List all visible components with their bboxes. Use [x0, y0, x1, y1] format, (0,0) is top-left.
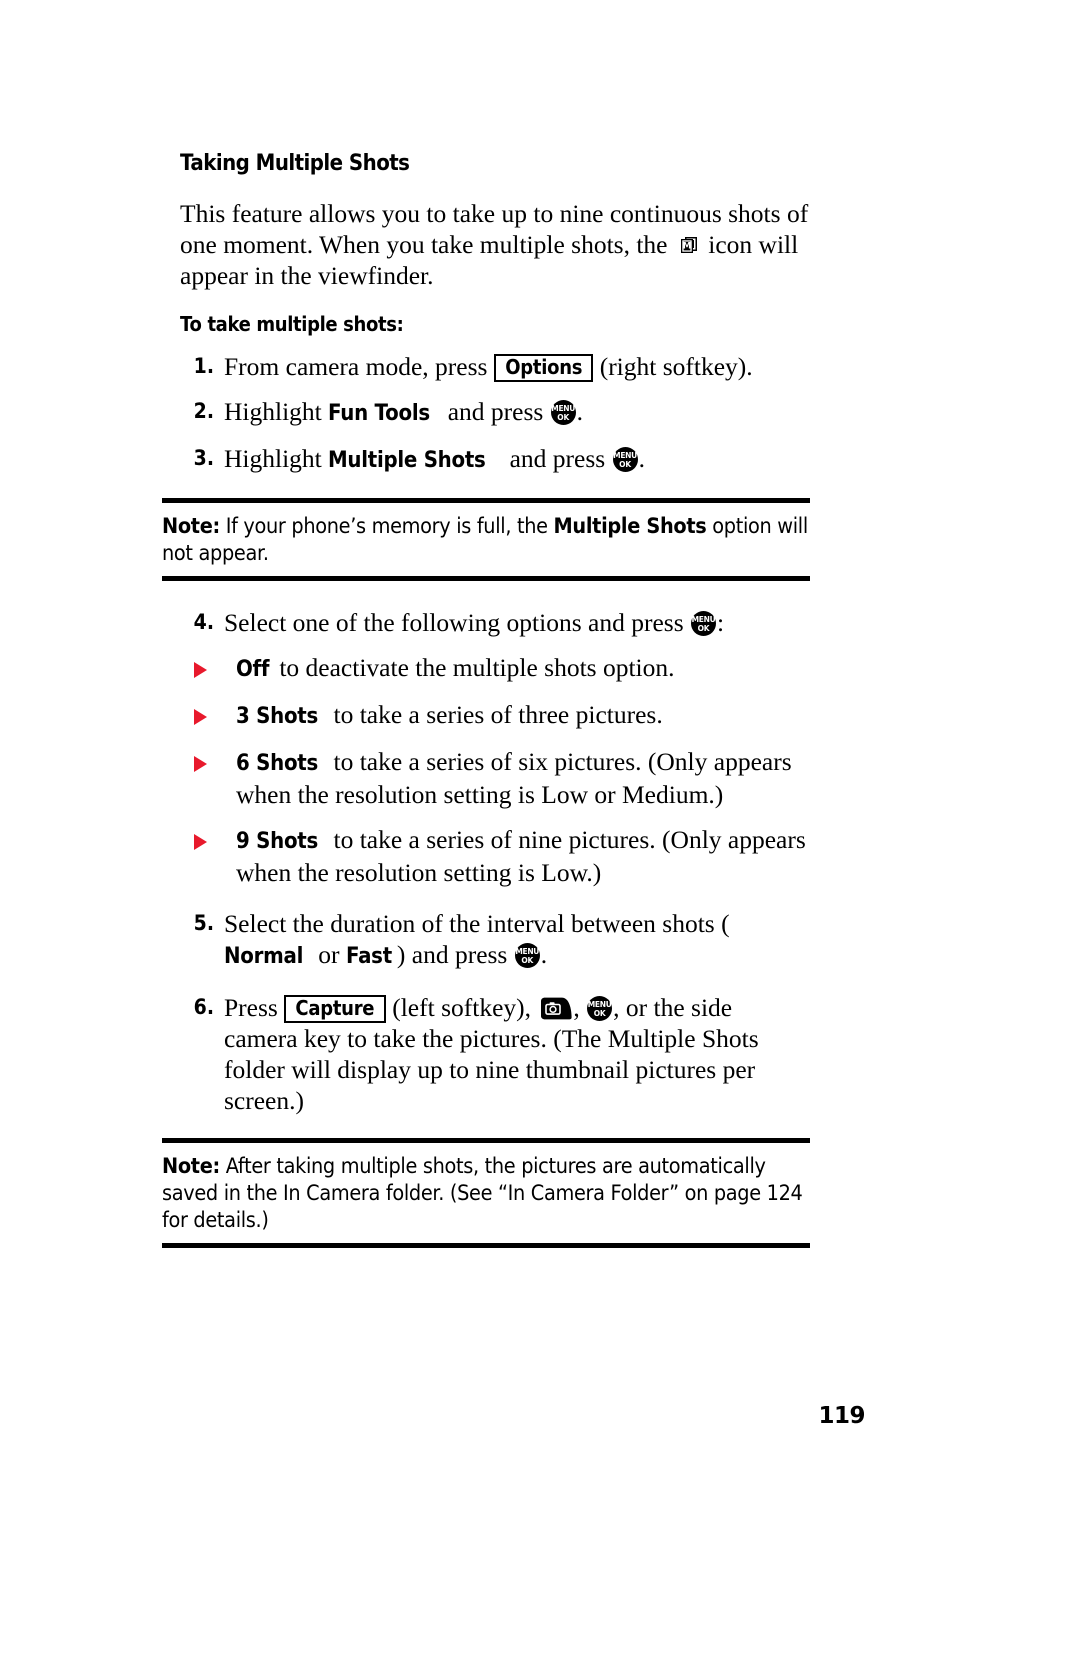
- step-text-after: (right softkey).: [599, 352, 753, 382]
- side-camera-key-icon[interactable]: [538, 997, 572, 1020]
- procedure-subtitle: To take multiple shots:: [180, 312, 404, 337]
- step-text-after: .: [576, 397, 584, 427]
- step-text-before: Select one of the following options and …: [224, 608, 684, 638]
- triangle-bullet-icon: [194, 709, 207, 726]
- menu-key-top-label: MENU: [691, 615, 716, 625]
- svg-text:M: M: [683, 242, 691, 252]
- options-softkey-label[interactable]: Options: [493, 354, 594, 383]
- triangle-bullet-icon: [194, 756, 207, 773]
- step-text-after: .: [638, 444, 645, 474]
- note-text-before: After taking multiple shots, the picture…: [162, 1154, 803, 1233]
- page-title: Taking Multiple Shots: [180, 151, 410, 176]
- step-number: 4.: [193, 610, 214, 635]
- note-block-in-camera-folder: Note: After taking multiple shots, the p…: [162, 1138, 810, 1249]
- step-number: 6.: [193, 995, 214, 1020]
- menu-ok-key-icon[interactable]: MENU OK: [550, 400, 576, 426]
- list-item-off: Off to deactivate the multiple shots opt…: [192, 652, 810, 685]
- note-rule-bottom: [162, 576, 810, 582]
- step-text-mid: and press: [509, 444, 606, 474]
- step-4: 4. Select one of the following options a…: [180, 607, 810, 638]
- note-text: Note: If your phone’s memory is full, th…: [162, 503, 810, 576]
- option-description: to take a series of six pictures. (Only …: [236, 747, 792, 810]
- menu-key-bottom-label: OK: [697, 624, 710, 634]
- menu-ok-key-icon[interactable]: MENU OK: [612, 447, 638, 473]
- note-block-memory-full: Note: If your phone’s memory is full, th…: [162, 498, 810, 582]
- step-number: 1.: [193, 354, 214, 379]
- softkey-text: Options: [505, 355, 583, 380]
- option-term-normal: Normal: [224, 944, 304, 970]
- menu-key-bottom-label: OK: [593, 1009, 606, 1019]
- menu-ok-key-icon[interactable]: MENU OK: [587, 996, 613, 1022]
- step-text-after: .: [540, 940, 548, 970]
- step-5: 5. Select the duration of the interval be…: [180, 908, 810, 972]
- menu-ok-key-icon[interactable]: MENU OK: [514, 943, 540, 969]
- page-number: 119: [818, 1403, 865, 1429]
- menu-key-top-label: MENU: [515, 947, 540, 957]
- menu-key-bottom-label: OK: [619, 460, 631, 470]
- step-text-before: Press: [224, 993, 278, 1023]
- option-term: Off: [236, 657, 270, 683]
- step-text-mid: or: [318, 940, 340, 970]
- option-description: to take a series of nine pictures. (Only…: [236, 825, 806, 888]
- note-label: Note:: [162, 1154, 220, 1179]
- step-text-before: Select the duration of the interval betw…: [224, 909, 730, 939]
- step-text-mid: and press: [447, 397, 544, 427]
- menu-term-multiple-shots: Multiple Shots: [328, 448, 486, 474]
- option-description: to take a series of three pictures.: [333, 700, 663, 730]
- triangle-bullet-icon: [194, 662, 207, 679]
- menu-ok-key-icon[interactable]: MENU OK: [691, 611, 716, 637]
- note-rule-bottom: [162, 1243, 810, 1249]
- step-number: 2.: [193, 399, 214, 424]
- softkey-text: Capture: [295, 996, 375, 1021]
- step-text-before: Highlight: [224, 397, 322, 427]
- manual-page: Taking Multiple Shots This feature allow…: [0, 0, 1080, 1669]
- step-text-mid-2: ) and press: [396, 940, 508, 970]
- menu-key-bottom-label: OK: [557, 413, 570, 423]
- intro-paragraph: This feature allows you to take up to ni…: [180, 198, 810, 291]
- multiple-shots-viewfinder-icon: M: [676, 234, 700, 257]
- menu-key-top-label: MENU: [551, 404, 576, 414]
- step-2: 2. Highlight Fun Tools and press MENU OK…: [180, 396, 810, 429]
- note-bold-term: Multiple Shots: [553, 514, 707, 539]
- step-1: 1. From camera mode, press Options (righ…: [180, 351, 810, 383]
- option-term: 3 Shots: [236, 704, 318, 730]
- step-6: 6. Press Capture (left softkey), , MENU …: [180, 992, 810, 1116]
- menu-key-top-label: MENU: [613, 451, 637, 461]
- step-text-after: :: [717, 608, 725, 638]
- option-term: 9 Shots: [236, 829, 318, 855]
- option-description: to deactivate the multiple shots option.: [279, 653, 675, 683]
- step-number: 3.: [193, 446, 214, 471]
- note-text: Note: After taking multiple shots, the p…: [162, 1143, 810, 1243]
- step-3: 3. Highlight Multiple Shots and press ME…: [180, 443, 810, 476]
- step-number: 5.: [193, 911, 214, 936]
- page-content: Taking Multiple Shots This feature allow…: [162, 151, 810, 1270]
- note-label: Note:: [162, 514, 220, 539]
- note-text-before: If your phone’s memory is full, the: [225, 514, 548, 539]
- step-text-before: From camera mode, press: [224, 352, 488, 382]
- option-term-fast: Fast: [345, 944, 392, 970]
- option-term: 6 Shots: [236, 751, 318, 777]
- triangle-bullet-icon: [194, 834, 207, 851]
- step-text-mid-2: ,: [573, 993, 580, 1023]
- list-item-6-shots: 6 Shots to take a series of six pictures…: [192, 746, 810, 810]
- menu-term-fun-tools: Fun Tools: [328, 401, 430, 427]
- capture-softkey-label[interactable]: Capture: [284, 995, 386, 1024]
- list-item-9-shots: 9 Shots to take a series of nine picture…: [192, 824, 810, 888]
- list-item-3-shots: 3 Shots to take a series of three pictur…: [192, 699, 810, 732]
- step-text-before: Highlight: [224, 444, 322, 474]
- step-text-mid: (left softkey),: [392, 993, 531, 1023]
- menu-key-bottom-label: OK: [521, 956, 534, 966]
- menu-key-top-label: MENU: [587, 1000, 612, 1010]
